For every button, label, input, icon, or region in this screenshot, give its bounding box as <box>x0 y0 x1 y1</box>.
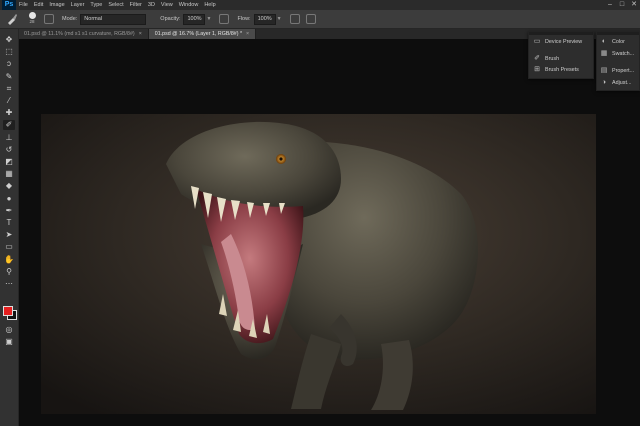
history-brush-tool-icon[interactable]: ↺ <box>3 145 15 155</box>
crop-tool-icon[interactable]: ⌗ <box>3 84 15 94</box>
mode-value: Normal <box>84 15 103 22</box>
eraser-tool-icon[interactable]: ◩ <box>3 157 15 167</box>
airbrush-icon[interactable] <box>289 14 300 24</box>
path-select-tool-icon[interactable]: ➤ <box>3 230 15 240</box>
flow-value: 100% <box>257 15 272 22</box>
quick-select-tool-icon[interactable]: ✎ <box>3 72 15 82</box>
toolbox: ◎ ▣ ✥ ⬚ ↄ ✎ ⌗ ⁄ ✚ ✐ ⊥ ↺ ◩ ▦ ◆ ● ✒ T ➤ ▭ ✋ ⚲ ⋯ <box>0 29 19 426</box>
brush-presets-icon: ⊞ <box>534 66 540 73</box>
tab-close-icon[interactable]: × <box>139 31 142 37</box>
clone-stamp-tool-icon[interactable]: ⊥ <box>3 133 15 143</box>
chevron-down-icon[interactable]: ▼ <box>277 16 282 22</box>
panel-brush[interactable]: ✐ Brush <box>533 55 559 62</box>
marquee-tool-icon[interactable]: ⬚ <box>3 47 15 57</box>
adjustments-panel-icon: ◑ <box>601 79 607 86</box>
panel-label: Adjust... <box>612 79 632 86</box>
panel-properties[interactable]: ▤ Propert... <box>600 67 634 74</box>
pen-tool-icon[interactable]: ✒ <box>3 206 15 216</box>
panel-dock-grip[interactable] <box>529 32 593 35</box>
blur-tool-icon[interactable]: ◆ <box>3 181 15 191</box>
panel-label: Brush <box>545 55 560 62</box>
opacity-value: 100% <box>187 15 202 22</box>
brush-tool-icon[interactable]: ✐ <box>3 120 15 131</box>
panel-dock-left: ▭ Device Preview ✐ Brush ⊞ Brush Presets <box>528 31 594 79</box>
tool-preset-picker[interactable] <box>4 12 20 26</box>
screen-mode-icon[interactable]: ▣ <box>3 337 15 347</box>
lasso-tool-icon[interactable]: ↄ <box>3 59 15 69</box>
panel-label: Propert... <box>612 67 635 74</box>
more-tools-icon[interactable]: ⋯ <box>3 279 15 289</box>
options-bar: 28 Mode: Normal Opacity: 100% ▼ Flow: 10… <box>0 10 640 29</box>
brush-tip-icon <box>28 12 36 19</box>
properties-panel-icon: ▤ <box>600 67 608 74</box>
eyedropper-tool-icon[interactable]: ⁄ <box>3 96 15 106</box>
tab-label: 01.psd @ 11.1% (md s1 s1 curvature, RGB/… <box>24 31 135 37</box>
trex-artwork-image <box>41 114 596 414</box>
menu-view[interactable]: View <box>158 0 176 10</box>
opacity-field[interactable]: 100% <box>183 13 206 25</box>
opacity-label: Opacity: <box>160 16 181 22</box>
brush-size-value: 28 <box>29 19 35 24</box>
type-tool-icon[interactable]: T <box>3 218 15 228</box>
panel-color[interactable]: ◐ Color <box>600 38 625 45</box>
menu-window[interactable]: Window <box>176 0 202 10</box>
menu-select[interactable]: Select <box>105 0 126 10</box>
menu-edit[interactable]: Edit <box>31 0 46 10</box>
quick-mask-icon[interactable]: ◎ <box>3 325 15 335</box>
brush-panel-icon: ✐ <box>534 55 540 62</box>
minimize-button[interactable]: – <box>604 0 616 10</box>
swatches-panel-icon: ▦ <box>600 50 608 57</box>
flow-field[interactable]: 100% <box>253 13 276 25</box>
move-tool-icon[interactable]: ✥ <box>3 35 15 45</box>
document-tab-active[interactable]: 01.psd @ 16.7% (Layer 1, RGB/8#) * × <box>148 29 257 39</box>
menu-type[interactable]: Type <box>87 0 105 10</box>
color-panel-icon: ◐ <box>601 38 607 45</box>
panel-label: Brush Presets <box>545 66 579 73</box>
pressure-opacity-icon[interactable] <box>219 14 230 24</box>
document-image[interactable] <box>41 114 596 414</box>
maximize-button[interactable]: □ <box>616 0 628 10</box>
menu-image[interactable]: Image <box>46 0 67 10</box>
gradient-tool-icon[interactable]: ▦ <box>3 169 15 179</box>
panel-dock-grip[interactable] <box>597 32 639 35</box>
healing-brush-tool-icon[interactable]: ✚ <box>3 108 15 118</box>
panel-label: Swatch... <box>612 50 635 57</box>
rectangle-tool-icon[interactable]: ▭ <box>3 242 15 252</box>
menu-3d[interactable]: 3D <box>145 0 158 10</box>
brush-panel-toggle-icon[interactable] <box>44 14 54 24</box>
window-controls: – □ ✕ <box>604 0 640 10</box>
tab-close-icon[interactable]: × <box>246 31 249 37</box>
document-tab[interactable]: 01.psd @ 11.1% (md s1 s1 curvature, RGB/… <box>18 29 149 39</box>
mode-label: Mode: <box>62 16 78 22</box>
panel-adjustments[interactable]: ◑ Adjust... <box>600 79 632 86</box>
mode-select[interactable]: Normal <box>80 13 147 25</box>
panel-dock-right: ◐ Color ▦ Swatch... ▤ Propert... ◑ Adjus… <box>596 31 640 91</box>
close-button[interactable]: ✕ <box>628 0 640 10</box>
menu-file[interactable]: File <box>16 0 31 10</box>
photoshop-logo-icon: Ps <box>2 0 16 10</box>
panel-label: Device Preview <box>545 38 583 45</box>
dodge-tool-icon[interactable]: ● <box>3 194 15 204</box>
panel-brush-presets[interactable]: ⊞ Brush Presets <box>533 66 579 73</box>
pressure-size-icon[interactable] <box>305 14 316 24</box>
panel-device-preview[interactable]: ▭ Device Preview <box>533 38 582 45</box>
hand-tool-icon[interactable]: ✋ <box>3 255 15 265</box>
foreground-color-swatch[interactable] <box>3 306 13 316</box>
chevron-down-icon[interactable]: ▼ <box>206 16 211 22</box>
menu-layer[interactable]: Layer <box>68 0 88 10</box>
device-preview-icon: ▭ <box>533 38 541 45</box>
canvas-area[interactable] <box>19 39 640 426</box>
panel-swatches[interactable]: ▦ Swatch... <box>600 50 634 57</box>
menu-bar: Ps File Edit Image Layer Type Select Fil… <box>0 0 640 10</box>
brush-preset-picker[interactable]: 28 <box>26 12 38 26</box>
flow-label: Flow: <box>237 16 251 22</box>
menu-filter[interactable]: Filter <box>127 0 145 10</box>
brush-tool-preset-icon <box>8 14 17 25</box>
panel-label: Color <box>612 38 625 45</box>
menu-help[interactable]: Help <box>201 0 218 10</box>
tab-label: 01.psd @ 16.7% (Layer 1, RGB/8#) * <box>154 31 243 37</box>
zoom-tool-icon[interactable]: ⚲ <box>3 267 15 277</box>
